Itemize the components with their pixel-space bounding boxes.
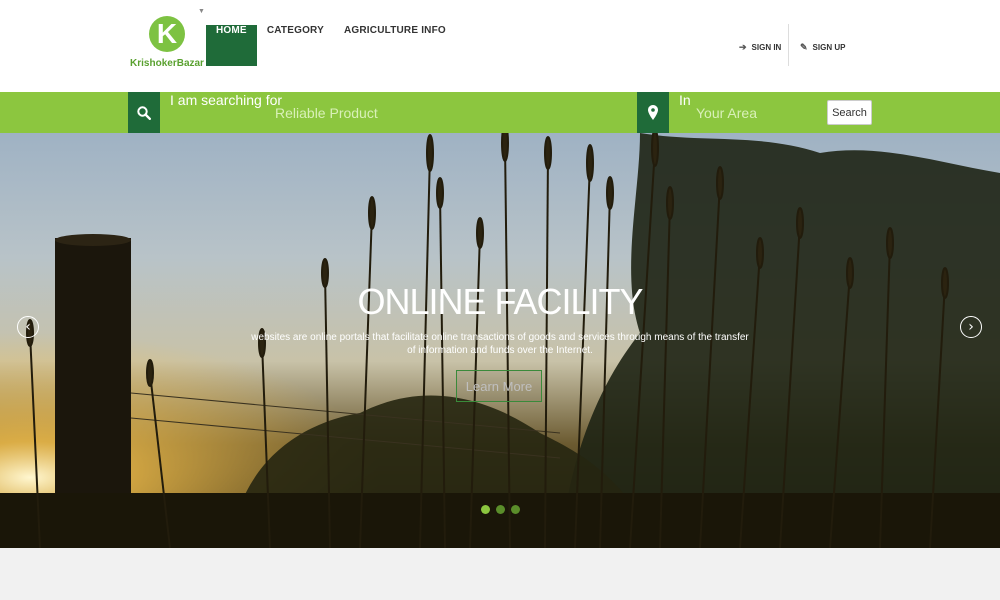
nav-category[interactable]: CATEGORY xyxy=(257,25,334,66)
sign-in-link[interactable]: ➔ SIGN IN xyxy=(739,40,781,54)
logo-letter: K xyxy=(156,18,178,49)
brand-logo[interactable]: K KrishokerBazar xyxy=(130,14,204,74)
learn-more-button[interactable]: Learn More xyxy=(456,370,542,402)
carousel-indicators xyxy=(481,505,520,514)
sign-up-link[interactable]: ✎ SIGN UP xyxy=(800,40,845,54)
chevron-right-icon: › xyxy=(968,319,974,335)
sign-up-label: SIGN UP xyxy=(812,42,846,52)
chevron-left-icon: ‹ xyxy=(25,319,31,335)
search-button[interactable]: Search xyxy=(827,100,872,125)
product-search-input[interactable] xyxy=(275,100,615,125)
site-header: K KrishokerBazar ▼ HOME CATEGORY AGRICUL… xyxy=(0,0,1000,92)
content-area xyxy=(0,548,1000,600)
carousel-dot-2[interactable] xyxy=(496,505,505,514)
carousel-prev-button[interactable]: ‹ xyxy=(17,316,39,338)
hero-carousel: ONLINE FACILITY websites are online port… xyxy=(0,133,1000,548)
nav-home[interactable]: HOME xyxy=(206,25,257,66)
hero-subtitle: websites are online portals that facilit… xyxy=(251,332,749,356)
brand-name: KrishokerBazar xyxy=(130,58,204,69)
carousel-dot-3[interactable] xyxy=(511,505,520,514)
location-label: In xyxy=(679,92,691,108)
signin-icon: ➔ xyxy=(739,41,747,52)
search-icon[interactable] xyxy=(128,92,160,133)
nav-agriculture-info[interactable]: AGRICULTURE INFO xyxy=(334,25,456,66)
edit-icon: ✎ xyxy=(800,41,808,52)
sign-in-label: SIGN IN xyxy=(751,42,782,52)
carousel-next-button[interactable]: › xyxy=(960,316,982,338)
auth-divider xyxy=(788,24,789,66)
carousel-dot-1[interactable] xyxy=(481,505,490,514)
location-pin-icon[interactable] xyxy=(637,92,669,133)
location-input[interactable] xyxy=(696,100,816,125)
search-label: I am searching for xyxy=(170,92,283,108)
main-nav: HOME CATEGORY AGRICULTURE INFO xyxy=(206,25,456,66)
caret-down-icon[interactable]: ▼ xyxy=(198,8,205,15)
hero-title: ONLINE FACILITY xyxy=(357,281,643,322)
